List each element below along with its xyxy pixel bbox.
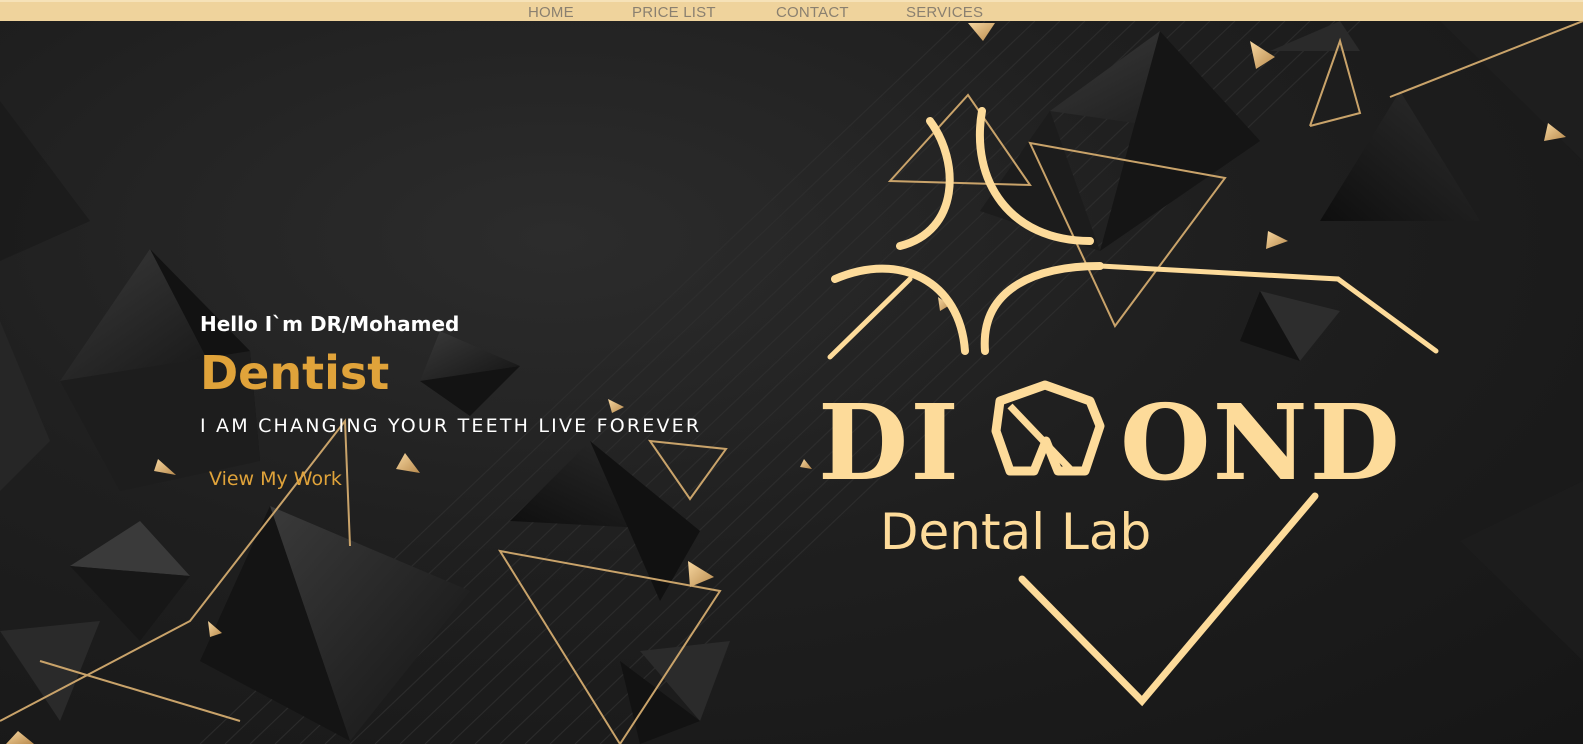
nav-contact-link[interactable]: CONTACT: [776, 4, 849, 21]
diamond-dental-lab-logo: DI OND Dental Lab: [818, 107, 1439, 707]
nav-services-link[interactable]: SERVICES: [906, 4, 983, 21]
svg-text:OND: OND: [1120, 381, 1402, 504]
page: HOME PRICE LIST CONTACT SERVICES DI OND …: [0, 0, 1583, 744]
hero-tagline: I AM CHANGING YOUR TEETH LIVE FOREVER: [200, 415, 702, 437]
logo-sparkle-curve-right: [975, 107, 1094, 245]
top-navigation: HOME PRICE LIST CONTACT SERVICES: [0, 0, 1583, 21]
hero-role-title: Dentist: [200, 346, 390, 400]
view-my-work-link[interactable]: View My Work: [209, 468, 342, 490]
logo-sparkle-curve-lower-left: [831, 264, 969, 355]
nav-home-link[interactable]: HOME: [528, 4, 574, 21]
hero-section: DI OND Dental Lab Hello I`m DR/Mohamed D…: [0, 21, 1583, 744]
nav-price-list-link[interactable]: PRICE LIST: [632, 4, 716, 21]
logo-subtitle: Dental Lab: [880, 503, 1151, 561]
logo-wordmark: DI OND Dental Lab: [818, 380, 1402, 561]
svg-text:DI: DI: [818, 381, 961, 504]
logo-sparkle-curve-lower-right: [980, 262, 1104, 355]
tooth-icon: [991, 380, 1105, 476]
logo-diamond-top-outline: [827, 276, 913, 360]
logo-sparkle-curve-left: [896, 117, 954, 250]
hero-greeting: Hello I`m DR/Mohamed: [200, 312, 460, 336]
